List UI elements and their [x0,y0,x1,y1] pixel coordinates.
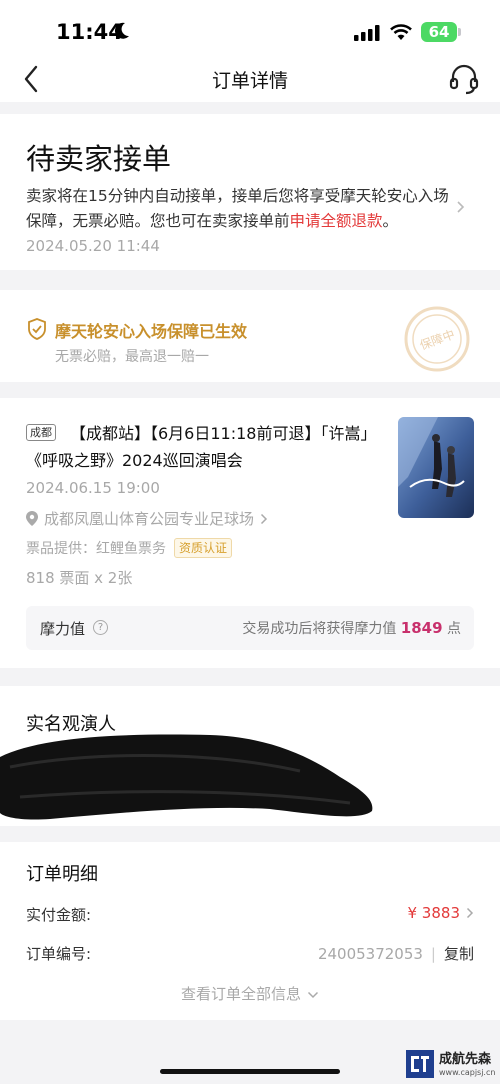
home-indicator [160,1069,340,1074]
certified-badge: 资质认证 [174,538,233,558]
ticket-provider-row: 票品提供：红鲤鱼票务 资质认证 [26,538,233,558]
moon-icon [114,22,129,39]
shield-icon [28,318,46,340]
venue-name: 成都凤凰山体育公园专业足球场 [44,510,255,528]
order-status-description: 卖家将在15分钟内自动接单，接单后您将享受摩天轮安心入场保障，无票必赔。您也可在… [26,184,450,234]
order-detail-card: 订单明细 实付金额: ¥ 3883 订单编号: 24005372053 | 复制… [0,842,500,1020]
battery-icon: 64 [421,22,457,42]
show-poster-image [398,417,474,518]
redaction-mark [0,734,373,820]
separator: | [430,944,436,963]
location-pin-icon [26,511,38,526]
order-status-time: 2024.05.20 11:44 [26,237,160,255]
view-all-label: 查看订单全部信息 [180,985,301,1003]
points-value: 1849 [400,619,443,637]
show-info-card[interactable]: 【成都站】【6月6日11:18前可退】「许嵩」《呼吸之野》2024巡回演唱会 成… [0,398,500,668]
full-refund-link[interactable]: 申请全额退款 [290,212,383,230]
show-datetime: 2024.06.15 19:00 [26,479,160,497]
amount-value: ¥ 3883 [407,904,461,922]
order-detail-title: 订单明细 [26,864,98,885]
guarantee-stamp-icon: 保障中 [404,306,470,372]
guarantee-title: 摩天轮安心入场保障已生效 [55,322,248,341]
wifi-icon [390,24,412,40]
customer-service-icon[interactable] [448,62,480,96]
ticket-provider: 票品提供：红鲤鱼票务 [26,541,166,557]
watermark-url: www.capjsj.cn [439,1068,496,1077]
page-title: 订单详情 [211,70,288,92]
help-icon[interactable]: ? [93,620,108,635]
signal-icon [354,25,380,41]
order-status-card[interactable]: 待卖家接单 卖家将在15分钟内自动接单，接单后您将享受摩天轮安心入场保障，无票必… [0,114,500,270]
order-no-value: 24005372053 [317,944,423,963]
points-info: 交易成功后将获得摩力值 1849 点 [242,618,461,638]
ticket-quantity: 818 票面 x 2张 [26,569,133,587]
copy-button[interactable]: 复制 [444,943,474,964]
chevron-right-icon [260,513,268,524]
amount-row-link[interactable]: ¥ 3883 [408,904,475,922]
guarantee-card: 摩天轮安心入场保障已生效 无票必赔，最高退一赔一 保障中 [0,290,500,382]
city-tag: 成都 [26,424,56,441]
amount-label: 实付金额: [26,906,92,924]
status-desc-end: 。 [382,212,399,230]
points-box: 摩力值 ? 交易成功后将获得摩力值 1849 点 [26,606,474,650]
watermark-logo [406,1050,434,1078]
watermark: 成航先森 www.capjsj.cn [406,1048,500,1082]
chevron-down-icon [307,991,319,998]
show-title: 【成都站】【6月6日11:18前可退】「许嵩」《呼吸之野》2024巡回演唱会 [26,424,377,470]
order-no-row: 24005372053 | 复制 [318,943,474,964]
view-all-info-button[interactable]: 查看订单全部信息 [0,983,500,1004]
stamp-text: 保障中 [418,326,457,352]
chevron-right-icon [466,907,474,919]
venue-link[interactable]: 成都凤凰山体育公园专业足球场 [26,508,268,529]
nav-bar: 订单详情 [0,60,500,102]
order-no-label: 订单编号: [26,945,92,963]
points-text: 交易成功后将获得摩力值 [242,621,397,637]
points-unit: 点 [447,621,461,637]
status-bar: 11:44 64 [0,0,500,60]
guarantee-subtitle: 无票必赔，最高退一赔一 [55,349,209,365]
battery-tip [458,28,461,36]
points-label: 摩力值 [40,620,86,638]
chevron-right-icon [457,201,465,213]
attendees-card: 实名观演人 [0,686,500,826]
watermark-name: 成航先森 [439,1052,492,1067]
order-status-title: 待卖家接单 [26,142,172,176]
